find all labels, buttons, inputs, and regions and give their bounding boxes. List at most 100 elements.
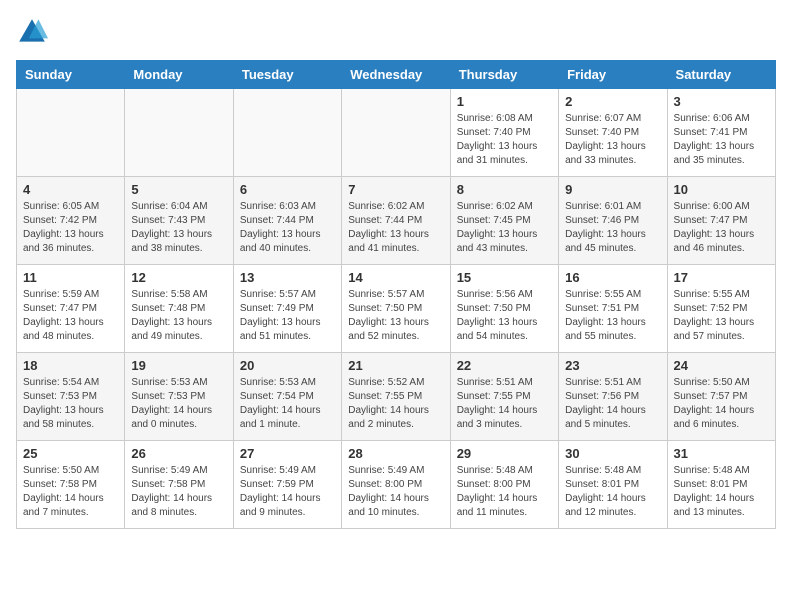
day-info: Sunrise: 5:56 AM Sunset: 7:50 PM Dayligh… <box>457 288 552 344</box>
header-cell-thursday: Thursday <box>450 61 558 89</box>
day-cell: 23 Sunrise: 5:51 AM Sunset: 7:56 PM Dayli… <box>559 353 667 441</box>
day-number: 3 <box>674 94 769 109</box>
day-info: Sunrise: 5:48 AM Sunset: 8:00 PM Dayligh… <box>457 464 552 520</box>
day-info: Sunrise: 5:48 AM Sunset: 8:01 PM Dayligh… <box>674 464 769 520</box>
day-cell: 30 Sunrise: 5:48 AM Sunset: 8:01 PM Dayli… <box>559 441 667 529</box>
day-cell: 8 Sunrise: 6:02 AM Sunset: 7:45 PM Daylig… <box>450 177 558 265</box>
day-cell: 16 Sunrise: 5:55 AM Sunset: 7:51 PM Dayli… <box>559 265 667 353</box>
day-cell: 20Sunrise: 5:53 AM Sunset: 7:54 PM Dayli… <box>233 353 341 441</box>
header-cell-monday: Monday <box>125 61 233 89</box>
logo <box>16 16 52 48</box>
day-cell: 6 Sunrise: 6:03 AM Sunset: 7:44 PM Daylig… <box>233 177 341 265</box>
day-cell: 13 Sunrise: 5:57 AM Sunset: 7:49 PM Dayli… <box>233 265 341 353</box>
day-info: Sunrise: 5:57 AM Sunset: 7:49 PM Dayligh… <box>240 288 335 344</box>
day-number: 31 <box>674 446 769 461</box>
day-number: 22 <box>457 358 552 373</box>
day-info: Sunrise: 5:50 AM Sunset: 7:57 PM Dayligh… <box>674 376 769 432</box>
day-info: Sunrise: 6:06 AM Sunset: 7:41 PM Dayligh… <box>674 112 769 168</box>
day-cell <box>342 89 450 177</box>
header-cell-wednesday: Wednesday <box>342 61 450 89</box>
day-cell: 25 Sunrise: 5:50 AM Sunset: 7:58 PM Dayli… <box>17 441 125 529</box>
day-cell: 10Sunrise: 6:00 AM Sunset: 7:47 PM Dayli… <box>667 177 775 265</box>
day-number: 24 <box>674 358 769 373</box>
day-info: Sunrise: 5:55 AM Sunset: 7:51 PM Dayligh… <box>565 288 660 344</box>
day-info: Sunrise: 6:04 AM Sunset: 7:43 PM Dayligh… <box>131 200 226 256</box>
day-cell: 28Sunrise: 5:49 AM Sunset: 8:00 PM Dayli… <box>342 441 450 529</box>
day-number: 21 <box>348 358 443 373</box>
day-cell: 29 Sunrise: 5:48 AM Sunset: 8:00 PM Dayli… <box>450 441 558 529</box>
day-number: 28 <box>348 446 443 461</box>
day-number: 29 <box>457 446 552 461</box>
week-row-4: 18 Sunrise: 5:54 AM Sunset: 7:53 PM Dayli… <box>17 353 776 441</box>
day-cell <box>233 89 341 177</box>
day-number: 19 <box>131 358 226 373</box>
day-info: Sunrise: 5:52 AM Sunset: 7:55 PM Dayligh… <box>348 376 443 432</box>
day-number: 2 <box>565 94 660 109</box>
day-number: 11 <box>23 270 118 285</box>
day-info: Sunrise: 6:07 AM Sunset: 7:40 PM Dayligh… <box>565 112 660 168</box>
day-cell: 27Sunrise: 5:49 AM Sunset: 7:59 PM Dayli… <box>233 441 341 529</box>
day-cell: 3 Sunrise: 6:06 AM Sunset: 7:41 PM Daylig… <box>667 89 775 177</box>
day-info: Sunrise: 5:50 AM Sunset: 7:58 PM Dayligh… <box>23 464 118 520</box>
day-number: 13 <box>240 270 335 285</box>
day-info: Sunrise: 6:08 AM Sunset: 7:40 PM Dayligh… <box>457 112 552 168</box>
day-info: Sunrise: 5:51 AM Sunset: 7:56 PM Dayligh… <box>565 376 660 432</box>
day-info: Sunrise: 5:57 AM Sunset: 7:50 PM Dayligh… <box>348 288 443 344</box>
day-cell <box>17 89 125 177</box>
day-cell: 22 Sunrise: 5:51 AM Sunset: 7:55 PM Dayli… <box>450 353 558 441</box>
day-info: Sunrise: 6:01 AM Sunset: 7:46 PM Dayligh… <box>565 200 660 256</box>
logo-icon <box>16 16 48 48</box>
calendar-header: SundayMondayTuesdayWednesdayThursdayFrid… <box>17 61 776 89</box>
day-cell: 7Sunrise: 6:02 AM Sunset: 7:44 PM Daylig… <box>342 177 450 265</box>
day-number: 26 <box>131 446 226 461</box>
day-info: Sunrise: 5:49 AM Sunset: 7:58 PM Dayligh… <box>131 464 226 520</box>
day-info: Sunrise: 5:54 AM Sunset: 7:53 PM Dayligh… <box>23 376 118 432</box>
header-cell-sunday: Sunday <box>17 61 125 89</box>
day-cell: 2 Sunrise: 6:07 AM Sunset: 7:40 PM Daylig… <box>559 89 667 177</box>
day-info: Sunrise: 5:51 AM Sunset: 7:55 PM Dayligh… <box>457 376 552 432</box>
day-number: 4 <box>23 182 118 197</box>
day-number: 12 <box>131 270 226 285</box>
day-number: 27 <box>240 446 335 461</box>
calendar-table: SundayMondayTuesdayWednesdayThursdayFrid… <box>16 60 776 529</box>
day-cell: 1Sunrise: 6:08 AM Sunset: 7:40 PM Daylig… <box>450 89 558 177</box>
day-cell: 11 Sunrise: 5:59 AM Sunset: 7:47 PM Dayli… <box>17 265 125 353</box>
header-cell-saturday: Saturday <box>667 61 775 89</box>
day-number: 14 <box>348 270 443 285</box>
day-cell: 5Sunrise: 6:04 AM Sunset: 7:43 PM Daylig… <box>125 177 233 265</box>
day-cell: 26 Sunrise: 5:49 AM Sunset: 7:58 PM Dayli… <box>125 441 233 529</box>
day-number: 25 <box>23 446 118 461</box>
day-number: 18 <box>23 358 118 373</box>
day-number: 17 <box>674 270 769 285</box>
week-row-2: 4 Sunrise: 6:05 AM Sunset: 7:42 PM Daylig… <box>17 177 776 265</box>
day-info: Sunrise: 5:48 AM Sunset: 8:01 PM Dayligh… <box>565 464 660 520</box>
day-cell: 12Sunrise: 5:58 AM Sunset: 7:48 PM Dayli… <box>125 265 233 353</box>
day-number: 30 <box>565 446 660 461</box>
day-info: Sunrise: 5:59 AM Sunset: 7:47 PM Dayligh… <box>23 288 118 344</box>
day-info: Sunrise: 6:02 AM Sunset: 7:45 PM Dayligh… <box>457 200 552 256</box>
day-number: 15 <box>457 270 552 285</box>
header-cell-tuesday: Tuesday <box>233 61 341 89</box>
day-info: Sunrise: 6:05 AM Sunset: 7:42 PM Dayligh… <box>23 200 118 256</box>
day-cell <box>125 89 233 177</box>
day-number: 6 <box>240 182 335 197</box>
day-number: 7 <box>348 182 443 197</box>
day-info: Sunrise: 6:00 AM Sunset: 7:47 PM Dayligh… <box>674 200 769 256</box>
calendar-body: 1Sunrise: 6:08 AM Sunset: 7:40 PM Daylig… <box>17 89 776 529</box>
week-row-5: 25 Sunrise: 5:50 AM Sunset: 7:58 PM Dayli… <box>17 441 776 529</box>
day-cell: 31 Sunrise: 5:48 AM Sunset: 8:01 PM Dayli… <box>667 441 775 529</box>
day-number: 9 <box>565 182 660 197</box>
day-cell: 4 Sunrise: 6:05 AM Sunset: 7:42 PM Daylig… <box>17 177 125 265</box>
week-row-1: 1Sunrise: 6:08 AM Sunset: 7:40 PM Daylig… <box>17 89 776 177</box>
day-info: Sunrise: 6:03 AM Sunset: 7:44 PM Dayligh… <box>240 200 335 256</box>
day-info: Sunrise: 5:53 AM Sunset: 7:53 PM Dayligh… <box>131 376 226 432</box>
day-cell: 17 Sunrise: 5:55 AM Sunset: 7:52 PM Dayli… <box>667 265 775 353</box>
day-info: Sunrise: 5:53 AM Sunset: 7:54 PM Dayligh… <box>240 376 335 432</box>
day-info: Sunrise: 5:55 AM Sunset: 7:52 PM Dayligh… <box>674 288 769 344</box>
day-cell: 24 Sunrise: 5:50 AM Sunset: 7:57 PM Dayli… <box>667 353 775 441</box>
day-number: 23 <box>565 358 660 373</box>
day-cell: 19 Sunrise: 5:53 AM Sunset: 7:53 PM Dayli… <box>125 353 233 441</box>
day-number: 8 <box>457 182 552 197</box>
day-number: 16 <box>565 270 660 285</box>
week-row-3: 11 Sunrise: 5:59 AM Sunset: 7:47 PM Dayli… <box>17 265 776 353</box>
